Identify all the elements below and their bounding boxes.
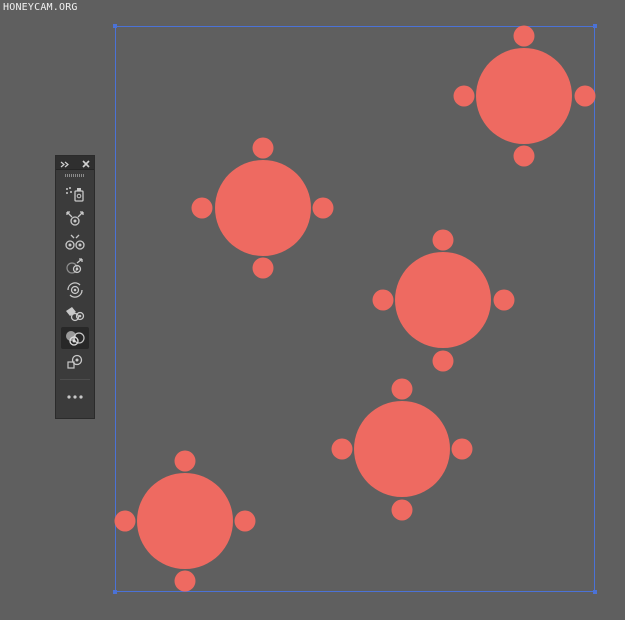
symbol-shifter-tool[interactable] bbox=[61, 207, 89, 229]
symbol-styler-tool[interactable] bbox=[61, 351, 89, 373]
symbol-screener-tool[interactable] bbox=[61, 327, 89, 349]
symbol-sprayer-tool[interactable] bbox=[61, 183, 89, 205]
table-symbol-instance[interactable] bbox=[453, 25, 596, 167]
symbol-sizer-icon bbox=[66, 258, 83, 274]
ellipsis-icon bbox=[67, 395, 83, 399]
symbol-scruncher-tool[interactable] bbox=[61, 231, 89, 253]
table-symbol-instance[interactable] bbox=[191, 137, 334, 279]
symbol-scruncher-icon bbox=[65, 234, 85, 250]
panel-header[interactable] bbox=[56, 156, 94, 170]
symbol-spinner-tool[interactable] bbox=[61, 279, 89, 301]
symbol-styler-icon bbox=[67, 354, 83, 369]
symbol-sizer-tool[interactable] bbox=[61, 255, 89, 277]
table-symbol-instance[interactable] bbox=[331, 378, 473, 521]
panel-grip[interactable] bbox=[65, 174, 85, 177]
table-symbol-instance[interactable] bbox=[372, 229, 515, 372]
symbol-tools-panel[interactable] bbox=[55, 155, 95, 419]
symbol-shifter-icon bbox=[66, 211, 84, 226]
table-symbol-instance[interactable] bbox=[114, 450, 256, 592]
panel-divider bbox=[60, 379, 90, 380]
symbol-sprayer-icon bbox=[66, 187, 84, 202]
more-tools-button[interactable] bbox=[61, 386, 89, 408]
close-x-icon[interactable] bbox=[82, 153, 90, 172]
symbol-stainer-tool[interactable] bbox=[61, 303, 89, 325]
symbol-stainer-icon bbox=[66, 307, 85, 322]
symbol-spinner-icon bbox=[67, 282, 83, 298]
symbol-screener-icon bbox=[66, 331, 85, 346]
double-chevron-right-icon[interactable] bbox=[60, 153, 69, 172]
